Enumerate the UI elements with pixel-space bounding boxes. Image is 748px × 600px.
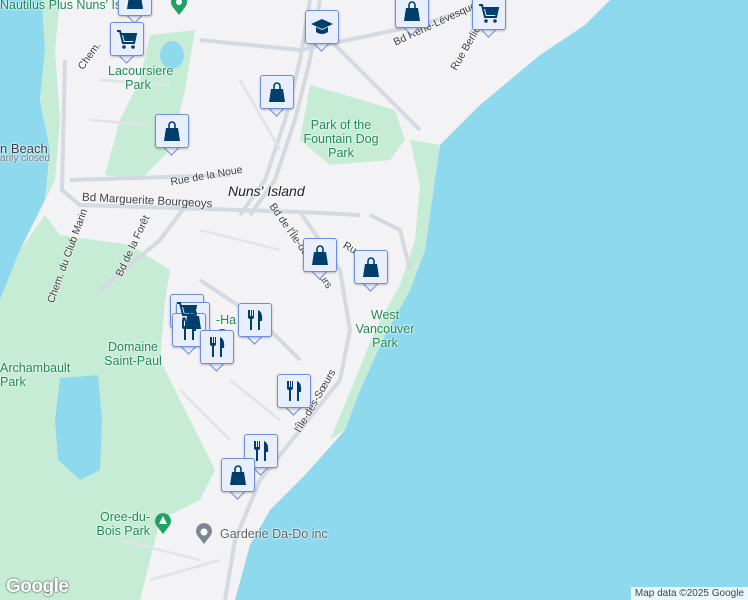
map-pin-icon (196, 523, 212, 544)
restaurant-icon (254, 441, 269, 461)
shopping-cart-marker[interactable] (110, 22, 144, 66)
shopping-bag-icon (127, 0, 143, 9)
marker-box (155, 114, 189, 148)
google-logo: Google (6, 576, 69, 597)
shopping-bag-marker[interactable] (260, 75, 294, 119)
marker-box (172, 313, 206, 347)
shopping-bag-icon (230, 465, 246, 485)
shopping-bag-marker[interactable] (155, 114, 189, 158)
graduation-cap-marker[interactable] (305, 10, 339, 54)
shopping-bag-marker[interactable] (303, 238, 337, 282)
marker-box (472, 0, 506, 30)
daycare-pin[interactable] (195, 523, 213, 545)
graduation-cap-icon (311, 19, 333, 34)
marker-box (221, 458, 255, 492)
shopping-bag-icon (312, 245, 328, 265)
park-label-west-vancouver: West Vancouver Park (355, 308, 415, 350)
park-label-domaine: Domaine Saint-Paul (104, 340, 162, 368)
park-label-fountain: Park of the Fountain Dog Park (303, 118, 379, 160)
marker-box (277, 374, 311, 408)
marker-box (238, 303, 272, 337)
marker-box (303, 238, 337, 272)
marker-box (200, 330, 234, 364)
shopping-bag-icon (404, 1, 420, 21)
shopping-cart-icon (479, 4, 500, 23)
park-label-archambault: Archambault Park (0, 361, 71, 389)
shopping-bag-icon (269, 82, 285, 102)
marker-box (260, 75, 294, 109)
map-attribution[interactable]: Map data ©2025 Google (630, 587, 748, 600)
marker-box (110, 22, 144, 56)
beach-status: arily closed (0, 153, 51, 164)
area-label-nuns-island: Nuns' Island (228, 183, 305, 199)
park-pin-oree[interactable] (154, 513, 172, 535)
restaurant-icon (210, 337, 225, 357)
marker-box (395, 0, 429, 28)
poi-label-garderie[interactable]: Garderie Da-Do inc (220, 527, 328, 541)
restaurant-icon (287, 381, 302, 401)
park-label-lacoursiere: Lacoursiere Park (108, 64, 174, 92)
park-label-oree: Oree-du-Bois Park (96, 510, 151, 538)
restaurant-icon (248, 310, 263, 330)
marker-box (305, 10, 339, 44)
restaurant-marker[interactable] (277, 374, 311, 418)
marker-box (354, 250, 388, 284)
gym-pin[interactable] (170, 0, 188, 16)
tree-icon (155, 513, 171, 534)
shopping-bag-icon (363, 257, 379, 277)
shopping-bag-marker[interactable] (395, 0, 429, 38)
shopping-bag-marker[interactable] (354, 250, 388, 294)
restaurant-marker[interactable] (200, 330, 234, 374)
restaurant-icon (182, 320, 197, 340)
marker-box (118, 0, 152, 16)
shopping-bag-icon (164, 121, 180, 141)
map-pin-icon (171, 0, 187, 15)
shopping-cart-icon (117, 30, 138, 49)
shopping-cart-marker[interactable] (472, 0, 506, 40)
shopping-bag-marker[interactable] (221, 458, 255, 502)
restaurant-marker[interactable] (238, 303, 272, 347)
